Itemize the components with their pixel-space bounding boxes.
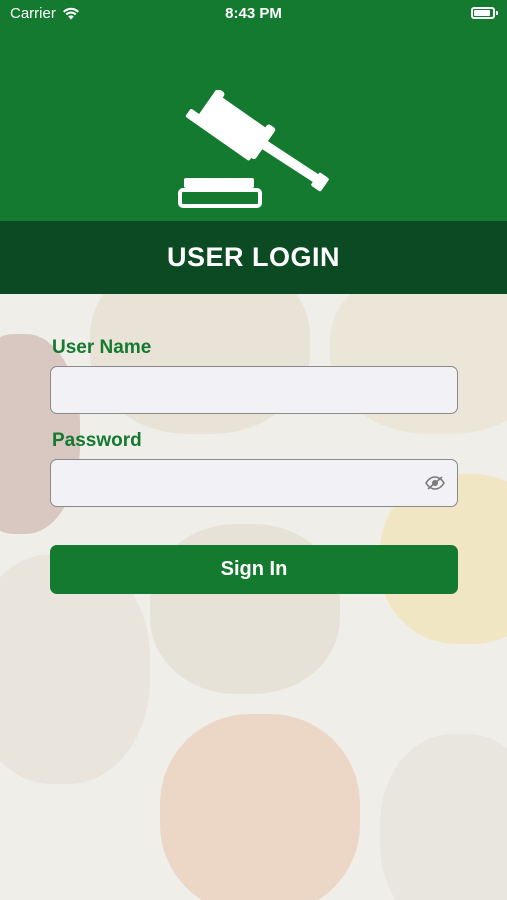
password-field[interactable] (50, 459, 458, 507)
login-form: User Name Password Sign In (0, 294, 507, 900)
sign-in-button[interactable]: Sign In (50, 545, 458, 594)
page-title: USER LOGIN (0, 221, 507, 294)
status-bar: Carrier 8:43 PM (0, 0, 507, 28)
password-label: Password (52, 430, 142, 451)
app-header (0, 28, 507, 221)
gavel-icon (178, 90, 329, 208)
username-field[interactable] (50, 366, 458, 414)
password-input[interactable] (51, 460, 457, 506)
battery-icon (471, 7, 498, 19)
username-label: User Name (52, 337, 152, 358)
username-input[interactable] (51, 367, 457, 413)
status-time: 8:43 PM (225, 5, 282, 22)
eye-slash-icon[interactable] (425, 475, 445, 491)
